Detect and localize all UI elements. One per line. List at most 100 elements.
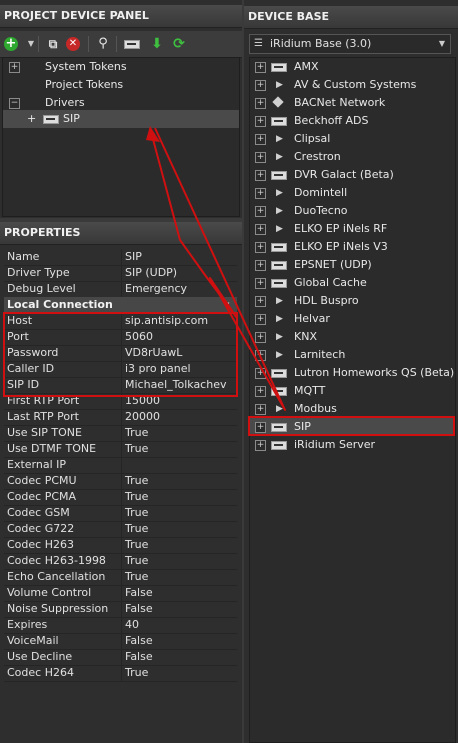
- property-row[interactable]: Volume Control False: [4, 585, 237, 602]
- property-value[interactable]: False: [122, 585, 237, 601]
- property-row[interactable]: Codec H263 True: [4, 537, 237, 554]
- property-row[interactable]: Codec PCMA True: [4, 489, 237, 506]
- property-row[interactable]: Name SIP: [4, 249, 237, 266]
- property-value[interactable]: Michael_Tolkachev: [122, 377, 237, 393]
- device-base-item[interactable]: + Lutron Homeworks QS (Beta): [250, 364, 455, 382]
- property-row[interactable]: SIP ID Michael_Tolkachev: [4, 377, 237, 394]
- expand-icon[interactable]: +: [255, 332, 266, 343]
- expand-icon[interactable]: +: [255, 152, 266, 163]
- expand-icon[interactable]: +: [255, 314, 266, 325]
- property-row[interactable]: Use DTMF TONE True: [4, 441, 237, 458]
- property-row[interactable]: Echo Cancellation True: [4, 569, 237, 586]
- device-base-select[interactable]: ☰ iRidium Base (3.0) ▼: [249, 34, 451, 54]
- property-row[interactable]: Use SIP TONE True: [4, 425, 237, 442]
- tree-item-system-tokens[interactable]: + System Tokens: [3, 58, 239, 76]
- device-base-item[interactable]: + ▶ Helvar: [250, 310, 455, 328]
- property-row[interactable]: Codec GSM True: [4, 505, 237, 522]
- device-base-item[interactable]: + ▶ AV & Custom Systems: [250, 76, 455, 94]
- device-base-item[interactable]: + ▶ Clipsal: [250, 130, 455, 148]
- property-row[interactable]: Codec H264 True: [4, 665, 237, 682]
- property-value[interactable]: sip.antisip.com: [122, 313, 237, 329]
- expand-icon[interactable]: +: [255, 386, 266, 397]
- property-value[interactable]: VD8rUawL: [122, 345, 237, 361]
- device-base-item[interactable]: + ▶ Modbus: [250, 400, 455, 418]
- device-base-item[interactable]: + ELKO EP iNels V3: [250, 238, 455, 256]
- property-value[interactable]: SIP (UDP): [122, 265, 237, 281]
- device-base-item[interactable]: + MQTT: [250, 382, 455, 400]
- property-row[interactable]: Use Decline False: [4, 649, 237, 666]
- copy-icon[interactable]: ⧉: [44, 35, 62, 53]
- property-row[interactable]: Codec H263-1998 True: [4, 553, 237, 570]
- download-icon[interactable]: ⬇: [148, 35, 166, 53]
- expand-icon[interactable]: +: [255, 350, 266, 361]
- property-value[interactable]: True: [122, 553, 237, 569]
- collapse-icon[interactable]: −: [9, 98, 20, 109]
- property-value[interactable]: True: [122, 569, 237, 585]
- expand-icon[interactable]: +: [255, 404, 266, 415]
- property-row[interactable]: First RTP Port 15000: [4, 393, 237, 410]
- chevron-down-icon[interactable]: ▼: [224, 301, 229, 309]
- delete-icon[interactable]: ✕: [66, 37, 80, 51]
- chevron-right-icon[interactable]: ▶: [276, 310, 283, 328]
- expand-icon[interactable]: +: [255, 278, 266, 289]
- device-base-item[interactable]: + BACNet Network: [250, 94, 455, 112]
- driver-icon[interactable]: [122, 35, 140, 53]
- property-row[interactable]: VoiceMail False: [4, 633, 237, 650]
- property-value[interactable]: Emergency: [122, 281, 237, 297]
- property-value[interactable]: i3 pro panel: [122, 361, 237, 377]
- expand-icon[interactable]: +: [255, 206, 266, 217]
- expand-icon[interactable]: +: [255, 224, 266, 235]
- property-row[interactable]: Caller ID i3 pro panel: [4, 361, 237, 378]
- expand-icon[interactable]: +: [27, 110, 36, 128]
- chevron-right-icon[interactable]: ▶: [276, 400, 283, 418]
- expand-icon[interactable]: +: [255, 116, 266, 127]
- device-base-item[interactable]: + iRidium Server: [250, 436, 455, 454]
- property-row[interactable]: Last RTP Port 20000: [4, 409, 237, 426]
- expand-icon[interactable]: +: [255, 80, 266, 91]
- device-base-item[interactable]: + ▶ Domintell: [250, 184, 455, 202]
- property-value[interactable]: 15000: [122, 393, 237, 409]
- device-base-item[interactable]: + ▶ HDL Buspro: [250, 292, 455, 310]
- tree-item-sip[interactable]: + SIP: [3, 110, 239, 128]
- search-icon[interactable]: ⚲: [94, 35, 112, 53]
- chevron-right-icon[interactable]: ▶: [276, 346, 283, 364]
- property-row[interactable]: Port 5060: [4, 329, 237, 346]
- property-value[interactable]: True: [122, 505, 237, 521]
- device-base-item[interactable]: + AMX: [250, 58, 455, 76]
- device-base-item[interactable]: + Beckhoff ADS: [250, 112, 455, 130]
- device-base-item[interactable]: + SIP: [250, 418, 455, 436]
- chevron-right-icon[interactable]: ▶: [276, 148, 283, 166]
- property-value[interactable]: 40: [122, 617, 237, 633]
- property-value[interactable]: True: [122, 521, 237, 537]
- chevron-right-icon[interactable]: ▶: [276, 202, 283, 220]
- property-value[interactable]: 5060: [122, 329, 237, 345]
- refresh-icon[interactable]: ⟳: [170, 35, 188, 53]
- property-row[interactable]: Debug Level Emergency: [4, 281, 237, 298]
- expand-icon[interactable]: +: [255, 188, 266, 199]
- property-row[interactable]: Codec G722 True: [4, 521, 237, 538]
- property-row[interactable]: Noise Suppression False: [4, 601, 237, 618]
- expand-icon[interactable]: +: [255, 242, 266, 253]
- expand-icon[interactable]: +: [255, 368, 266, 379]
- chevron-right-icon[interactable]: ▶: [276, 130, 283, 148]
- device-base-item[interactable]: + EPSNET (UDP): [250, 256, 455, 274]
- section-local-connection[interactable]: Local Connection: [4, 297, 237, 313]
- chevron-right-icon[interactable]: ▶: [276, 220, 283, 238]
- property-row[interactable]: Driver Type SIP (UDP): [4, 265, 237, 282]
- expand-icon[interactable]: +: [255, 62, 266, 73]
- expand-icon[interactable]: +: [255, 260, 266, 271]
- chevron-right-icon[interactable]: ▶: [276, 76, 283, 94]
- property-value[interactable]: True: [122, 489, 237, 505]
- property-row[interactable]: Host sip.antisip.com: [4, 313, 237, 330]
- property-value[interactable]: SIP: [122, 249, 237, 265]
- expand-icon[interactable]: +: [255, 440, 266, 451]
- device-base-item[interactable]: + ▶ Crestron: [250, 148, 455, 166]
- expand-icon[interactable]: +: [255, 296, 266, 307]
- expand-icon[interactable]: +: [9, 62, 20, 73]
- device-base-item[interactable]: + ▶ DuoTecno: [250, 202, 455, 220]
- property-row[interactable]: External IP: [4, 457, 237, 474]
- property-value[interactable]: 20000: [122, 409, 237, 425]
- property-value[interactable]: True: [122, 473, 237, 489]
- device-base-item[interactable]: + ▶ Larnitech: [250, 346, 455, 364]
- expand-icon[interactable]: +: [255, 134, 266, 145]
